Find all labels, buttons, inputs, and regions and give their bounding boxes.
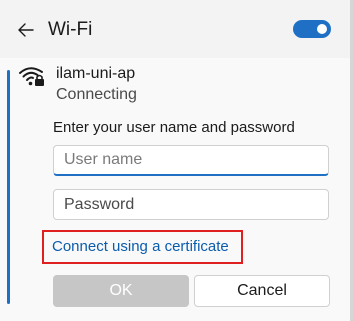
username-input[interactable]: [53, 145, 329, 176]
cancel-button[interactable]: Cancel: [194, 275, 330, 307]
wifi-flyout: Wi-Fi ilam-uni-ap Connecting Enter your …: [0, 0, 353, 321]
wifi-toggle[interactable]: [293, 20, 331, 38]
wifi-secured-icon: [19, 67, 44, 86]
password-input[interactable]: [53, 189, 329, 220]
toggle-knob: [317, 24, 327, 34]
credentials-prompt: Enter your user name and password: [53, 119, 295, 136]
flyout-header: Wi-Fi: [0, 0, 350, 58]
page-title: Wi-Fi: [48, 19, 93, 40]
network-name: ilam-uni-ap: [56, 65, 136, 82]
ok-button[interactable]: OK: [53, 275, 189, 307]
network-status: Connecting: [56, 86, 137, 103]
arrow-left-icon: [18, 23, 34, 37]
selection-indicator: [7, 70, 10, 304]
back-button[interactable]: [14, 18, 38, 42]
highlight-box: Connect using a certificate: [42, 230, 243, 264]
connect-certificate-link[interactable]: Connect using a certificate: [52, 237, 229, 257]
